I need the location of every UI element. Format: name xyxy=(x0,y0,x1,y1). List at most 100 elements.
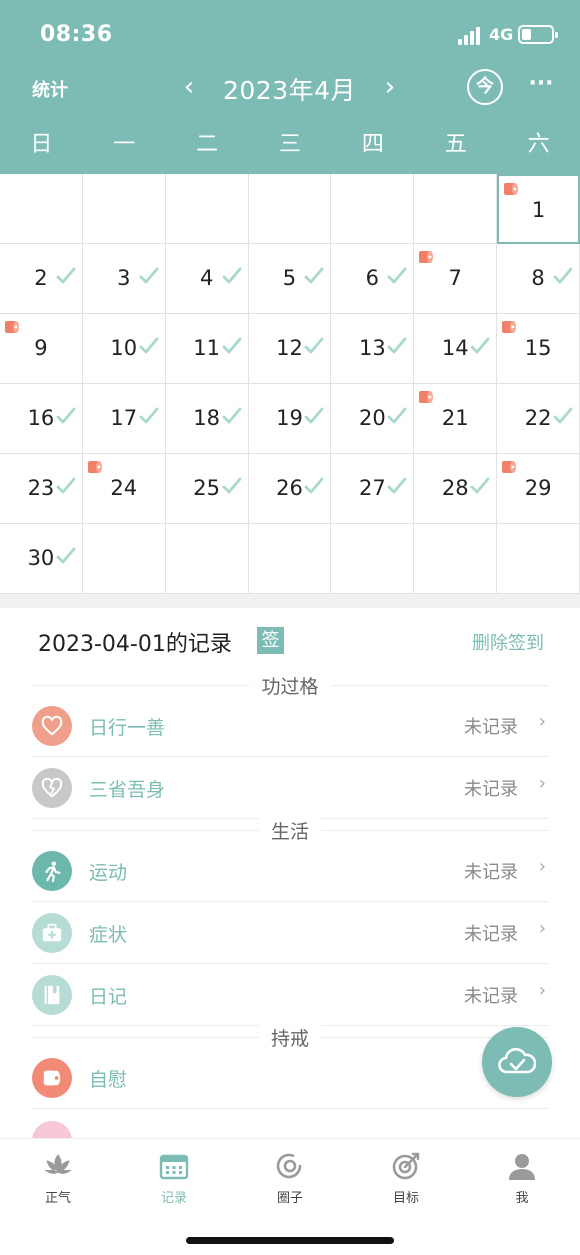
tab-label: 记录 xyxy=(160,1191,187,1206)
circle-icon xyxy=(276,1153,302,1179)
tab-circle[interactable]: 圈子 xyxy=(232,1151,348,1213)
calendar-day[interactable]: 28 xyxy=(414,454,498,524)
weekday-label: 日 xyxy=(30,132,53,157)
record-row-symptom[interactable]: 症状 未记录 › xyxy=(32,902,548,964)
record-row-partial xyxy=(32,1109,548,1138)
calendar-day[interactable]: 7 xyxy=(414,244,498,314)
check-icon xyxy=(470,477,490,494)
record-label: 自慰 xyxy=(89,1069,128,1091)
calendar-day[interactable]: 3 xyxy=(82,244,166,314)
tab-goal[interactable]: 目标 xyxy=(348,1151,464,1213)
weekday-label: 六 xyxy=(527,132,550,157)
tab-label: 我 xyxy=(515,1191,529,1206)
calendar-day[interactable]: 13 xyxy=(331,314,415,384)
calendar-day[interactable]: 20 xyxy=(331,384,415,454)
calendar-day[interactable]: 29 xyxy=(497,454,580,524)
next-month-icon[interactable]: › xyxy=(377,73,403,103)
prev-month-icon[interactable]: ‹ xyxy=(176,73,202,103)
calendar-day[interactable]: 27 xyxy=(331,454,415,524)
calendar-day[interactable]: 11 xyxy=(165,314,249,384)
calendar-day[interactable]: 17 xyxy=(82,384,166,454)
record-row-self-control[interactable]: 自慰 xyxy=(32,1047,548,1109)
calendar-day[interactable]: 26 xyxy=(248,454,332,524)
nav-bar: 统计 ‹ 2023年4月 › 今 ··· xyxy=(0,62,580,114)
delete-sign-button[interactable]: 删除签到 xyxy=(472,629,544,655)
calendar-empty-cell xyxy=(331,524,415,594)
check-icon xyxy=(470,337,490,354)
calendar-empty-cell xyxy=(248,174,332,244)
day-number: 15 xyxy=(524,336,552,360)
check-icon xyxy=(387,407,407,424)
calendar-day[interactable]: 23 xyxy=(0,454,83,524)
day-number: 9 xyxy=(34,336,48,360)
target-icon xyxy=(392,1152,420,1180)
weekday-label: 二 xyxy=(196,132,219,157)
calendar-empty-cell xyxy=(414,174,498,244)
record-row-exercise[interactable]: 运动 未记录 › xyxy=(32,840,548,902)
calendar-day[interactable]: 24 xyxy=(82,454,166,524)
check-icon xyxy=(553,407,573,424)
calendar-empty-cell xyxy=(248,524,332,594)
weekday-label: 三 xyxy=(279,132,302,157)
tissue-roll-icon xyxy=(5,321,19,333)
tab-zhengqi[interactable]: 正气 xyxy=(0,1151,116,1213)
status-time: 08:36 xyxy=(40,22,113,47)
calendar-empty-cell xyxy=(497,524,580,594)
record-label: 运动 xyxy=(89,862,128,884)
medical-kit-icon xyxy=(32,913,72,953)
record-row-reflection[interactable]: 三省吾身 未记录 › xyxy=(32,757,548,819)
chevron-right-icon: › xyxy=(538,711,546,732)
record-row-diary[interactable]: 日记 未记录 › xyxy=(32,964,548,1026)
tissue-roll-icon xyxy=(32,1058,72,1098)
check-icon xyxy=(305,337,324,354)
calendar-day[interactable]: 22 xyxy=(497,384,580,454)
calendar-day[interactable]: 30 xyxy=(0,524,83,594)
month-title: 2023年4月 xyxy=(223,76,357,105)
weekday-label: 五 xyxy=(444,132,467,157)
stats-link[interactable]: 统计 xyxy=(32,76,68,102)
calendar-day[interactable]: 12 xyxy=(248,314,332,384)
weekday-label: 一 xyxy=(113,132,136,157)
tab-me[interactable]: 我 xyxy=(464,1151,580,1213)
tab-label: 正气 xyxy=(44,1191,71,1206)
record-label: 症状 xyxy=(89,924,128,946)
calendar-day[interactable]: 16 xyxy=(0,384,83,454)
sign-badge: 签 xyxy=(257,627,284,654)
calendar-day[interactable]: 4 xyxy=(165,244,249,314)
calendar-day[interactable]: 25 xyxy=(165,454,249,524)
tab-records[interactable]: 记录 xyxy=(116,1151,232,1213)
tissue-roll-icon xyxy=(87,461,102,473)
calendar-day[interactable]: 6 xyxy=(331,244,415,314)
battery-icon xyxy=(518,25,558,44)
calendar-day[interactable]: 10 xyxy=(82,314,166,384)
calendar-day[interactable]: 18 xyxy=(165,384,249,454)
chevron-right-icon: › xyxy=(538,773,546,794)
running-icon xyxy=(32,851,72,891)
day-number: 7 xyxy=(448,266,462,290)
calendar-day[interactable]: 2 xyxy=(0,244,83,314)
records-title: 2023-04-01的记录 xyxy=(38,632,232,657)
cloud-sync-button[interactable] xyxy=(482,1027,552,1097)
check-icon xyxy=(222,407,241,424)
calendar-day[interactable]: 1 xyxy=(497,174,580,244)
signal-icon xyxy=(458,27,482,45)
today-button[interactable]: 今 xyxy=(467,69,503,105)
weekday-row: 日 一 二 三 四 五 六 xyxy=(0,126,580,166)
more-icon[interactable]: ··· xyxy=(526,70,556,100)
record-label: 三省吾身 xyxy=(89,779,166,801)
calendar-day[interactable]: 8 xyxy=(497,244,580,314)
record-row-good-deed[interactable]: 日行一善 未记录 › xyxy=(32,695,548,757)
calendar-day[interactable]: 15 xyxy=(497,314,580,384)
calendar-day[interactable]: 5 xyxy=(248,244,332,314)
check-icon xyxy=(56,407,76,424)
day-number: 29 xyxy=(524,476,552,500)
calendar-empty-cell xyxy=(0,174,83,244)
calendar-day[interactable]: 9 xyxy=(0,314,83,384)
tab-label: 目标 xyxy=(392,1191,419,1206)
calendar-day[interactable]: 19 xyxy=(248,384,332,454)
home-indicator xyxy=(186,1237,394,1244)
tissue-roll-icon xyxy=(419,391,434,403)
calendar-day[interactable]: 14 xyxy=(414,314,498,384)
tissue-roll-icon xyxy=(419,251,434,263)
calendar-day[interactable]: 21 xyxy=(414,384,498,454)
